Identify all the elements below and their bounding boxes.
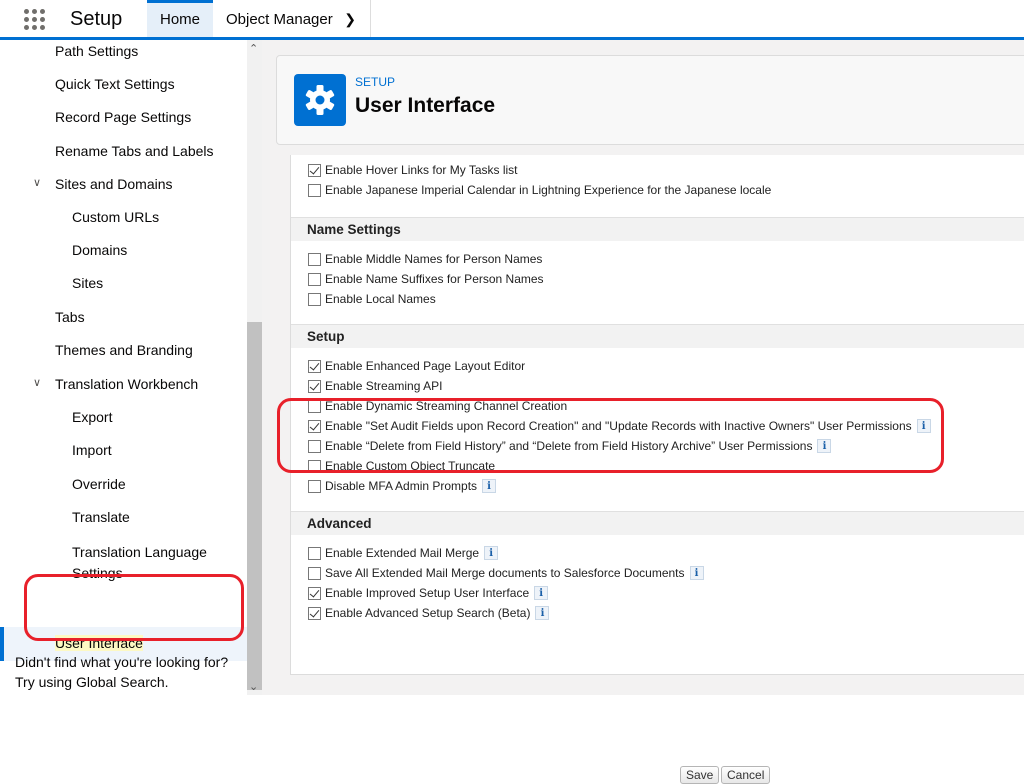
sidebar-item-label: Translation Workbench [55,376,199,392]
tab-label: Object Manager [226,11,333,28]
checkbox[interactable] [308,252,321,266]
sidebar-item-label: Rename Tabs and Labels [55,143,214,159]
sidebar-item-label: Quick Text Settings [55,76,175,92]
info-icon[interactable]: i [482,479,497,493]
setting-label: Enable Japanese Imperial Calendar in Lig… [325,183,772,197]
section-header: Name Settings [291,217,1024,241]
setting-row: Disable MFA Admin Prompts i [308,478,497,494]
sidebar-item-label: Domains [72,242,128,258]
breadcrumb[interactable]: SETUP [355,75,395,89]
info-icon[interactable]: i [484,546,499,560]
annotation-highlight [277,398,944,473]
scrollbar-thumb[interactable] [247,322,262,690]
checkbox[interactable] [308,586,321,600]
sidebar-item-label: Custom URLs [72,209,160,225]
main-content: SETUP User Interface Save Cancel Enable … [262,40,1024,784]
checkbox[interactable] [308,606,321,620]
setting-row: Save All Extended Mail Merge documents t… [308,565,704,581]
checkbox[interactable] [308,546,321,560]
sidebar-scrollbar[interactable]: ⌃ ⌄ [247,40,262,695]
sidebar-item[interactable]: ∨ Translation Workbench [33,376,199,392]
setting-label: Enable Hover Links for My Tasks list [325,163,518,177]
setting-label: Enable Improved Setup User Interface [325,586,530,600]
sidebar-item[interactable]: Domains [72,242,127,258]
checkbox[interactable] [308,379,321,393]
scroll-down-icon[interactable]: ⌄ [249,680,258,693]
setting-label: Enable Middle Names for Person Names [325,252,543,266]
setting-row: Enable Local Names [308,291,436,307]
sidebar-item[interactable]: Override [72,476,126,492]
page-title: User Interface [355,94,496,117]
chevron-down-icon[interactable]: ∨ [33,376,41,389]
save-button[interactable]: Save [680,766,720,784]
sidebar-item-label: Sites [72,275,104,291]
sidebar-item[interactable]: Themes and Branding [55,342,193,358]
setting-row: Enable Extended Mail Merge i [308,545,499,561]
setting-label: Save All Extended Mail Merge documents t… [325,566,685,580]
sidebar-item[interactable]: Translate [72,509,130,525]
page-header: SETUP User Interface [276,55,1024,145]
sidebar-item-label: Themes and Branding [55,342,193,358]
info-icon[interactable]: i [534,586,549,600]
app-name: Setup [70,8,123,30]
sidebar-item[interactable]: Custom URLs [72,209,159,225]
setting-row: Enable Streaming API [308,378,442,394]
setting-label: Enable Streaming API [325,379,443,393]
checkbox[interactable] [308,359,321,373]
setting-label: Enable Extended Mail Merge [325,546,480,560]
global-header: Setup Home Object Manager ❯ [0,0,1024,40]
info-icon[interactable]: i [535,606,550,620]
tab-object-manager[interactable]: Object Manager ❯ [213,0,371,37]
section-header: Setup [291,324,1024,348]
setting-label: Disable MFA Admin Prompts [325,479,478,493]
sidebar-item-label: Record Page Settings [55,109,192,125]
checkbox[interactable] [308,479,321,493]
sidebar-item[interactable]: Rename Tabs and Labels [55,143,214,159]
setting-row: Enable Middle Names for Person Names [308,251,542,267]
checkbox[interactable] [308,566,321,580]
setting-row: Enable Japanese Imperial Calendar in Lig… [308,182,771,198]
tab-home[interactable]: Home [147,0,213,37]
global-search-hint: Didn't find what you're looking for? Try… [15,654,229,690]
setting-label: Enable Advanced Setup Search (Beta) [325,606,531,620]
checkbox[interactable] [308,272,321,286]
setting-label: Enable Local Names [325,292,436,306]
gear-icon [294,74,346,126]
sidebar-item-label: Sites and Domains [55,176,173,192]
annotation-highlight [24,574,244,641]
checkbox[interactable] [308,292,321,306]
setting-label: Enable Name Suffixes for Person Names [325,272,544,286]
sidebar-item[interactable]: Import [72,442,112,458]
info-icon[interactable]: i [689,566,704,580]
setting-label: Enable Enhanced Page Layout Editor [325,359,526,373]
setting-row: Enable Improved Setup User Interface i [308,585,549,601]
sidebar-item-label: Export [72,409,113,425]
checkbox[interactable] [308,183,321,197]
sidebar-item-label: Tabs [55,309,85,325]
sidebar-item-label: Path Settings [55,43,139,59]
chevron-down-icon[interactable]: ❯ [344,0,356,39]
sidebar-item[interactable]: Record Page Settings [55,109,191,125]
sidebar-item[interactable]: Sites [72,275,103,291]
setting-row: Enable Enhanced Page Layout Editor [308,358,525,374]
sidebar-item[interactable]: Tabs [55,309,85,325]
cancel-button[interactable]: Cancel [721,766,771,784]
section-header: Advanced [291,511,1024,535]
sidebar-item-label: Translate [72,509,130,525]
app-launcher-icon[interactable] [24,9,46,30]
setting-row: Enable Hover Links for My Tasks list [308,162,518,178]
sidebar-item[interactable]: Path Settings [55,43,138,59]
sidebar-item-label: Import [72,442,112,458]
chevron-down-icon[interactable]: ∨ [33,176,41,189]
scroll-up-icon[interactable]: ⌃ [249,42,258,55]
sidebar-item-label: Override [72,476,126,492]
setting-row: Enable Advanced Setup Search (Beta) i [308,605,550,621]
checkbox[interactable] [308,163,321,177]
sidebar-item[interactable]: Export [72,409,112,425]
sidebar-item[interactable]: Quick Text Settings [55,76,175,92]
sidebar-item[interactable]: ∨ Sites and Domains [33,176,173,192]
setting-row: Enable Name Suffixes for Person Names [308,271,544,287]
